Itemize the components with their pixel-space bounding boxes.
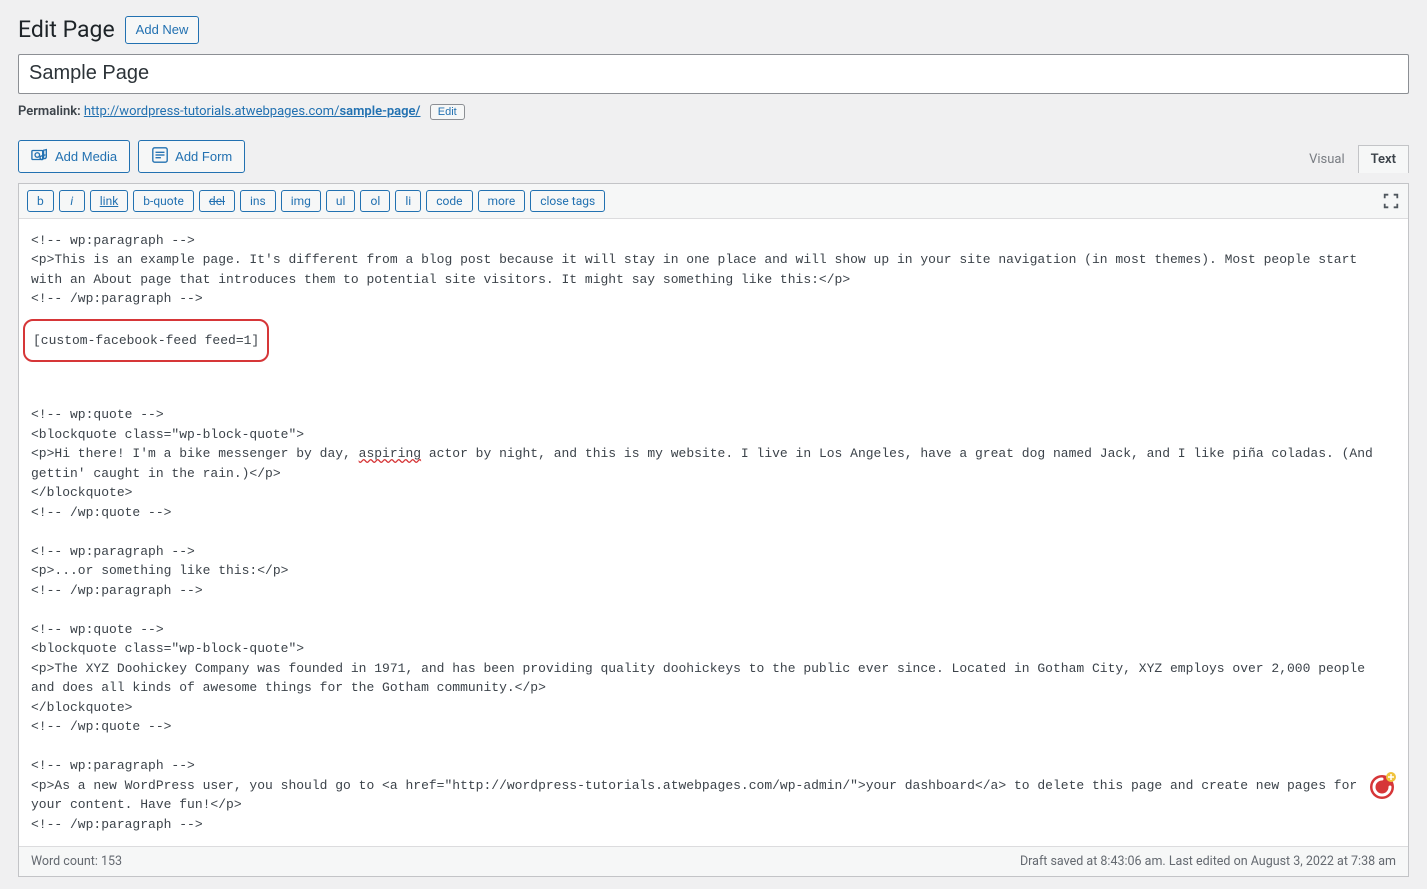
save-status: Draft saved at 8:43:06 am. Last edited o…: [1020, 854, 1396, 869]
add-media-button[interactable]: Add Media: [18, 140, 130, 173]
permalink-link[interactable]: http://wordpress-tutorials.atwebpages.co…: [84, 104, 421, 119]
qt-li[interactable]: li: [395, 190, 421, 212]
edit-permalink-button[interactable]: Edit: [430, 104, 465, 120]
qt-del[interactable]: del: [199, 190, 235, 212]
camera-music-icon: [31, 146, 49, 167]
add-form-label: Add Form: [175, 149, 232, 164]
qt-img[interactable]: img: [281, 190, 321, 212]
editor-tabs: Visual Text: [1296, 145, 1409, 173]
qt-link[interactable]: link: [90, 190, 129, 212]
content-textarea[interactable]: <!-- wp:paragraph --> <p>This is an exam…: [19, 219, 1408, 847]
form-icon: [151, 146, 169, 167]
page-title: Edit Page: [18, 16, 115, 43]
qt-ol[interactable]: ol: [360, 190, 390, 212]
page-header: Edit Page Add New: [18, 16, 1409, 44]
tab-visual[interactable]: Visual: [1296, 145, 1358, 173]
add-form-button[interactable]: Add Form: [138, 140, 245, 173]
word-count: Word count: 153: [31, 854, 122, 869]
quicktags-toolbar: b i link b-quote del ins img ul ol li co…: [19, 184, 1408, 219]
qt-bold[interactable]: b: [27, 190, 54, 212]
media-buttons-row: Add Media Add Form Visual Text: [18, 140, 1409, 173]
qt-blockquote[interactable]: b-quote: [133, 190, 194, 212]
permalink-label: Permalink:: [18, 104, 81, 119]
tab-text[interactable]: Text: [1358, 145, 1409, 173]
editor-container: b i link b-quote del ins img ul ol li co…: [18, 183, 1409, 878]
post-title-input[interactable]: [18, 54, 1409, 94]
qt-ins[interactable]: ins: [240, 190, 276, 212]
add-new-button[interactable]: Add New: [125, 16, 200, 44]
floating-badge-icon[interactable]: [1367, 771, 1397, 801]
qt-italic[interactable]: i: [59, 190, 85, 212]
add-media-label: Add Media: [55, 149, 117, 164]
qt-code[interactable]: code: [426, 190, 472, 212]
editor-status-bar: Word count: 153 Draft saved at 8:43:06 a…: [19, 846, 1408, 876]
fullscreen-icon[interactable]: [1382, 192, 1400, 210]
shortcode-highlight: [custom-facebook-feed feed=1]: [23, 319, 269, 363]
qt-more[interactable]: more: [478, 190, 526, 212]
qt-ul[interactable]: ul: [326, 190, 356, 212]
permalink-row: Permalink: http://wordpress-tutorials.at…: [18, 104, 1409, 120]
qt-close-tags[interactable]: close tags: [530, 190, 605, 212]
